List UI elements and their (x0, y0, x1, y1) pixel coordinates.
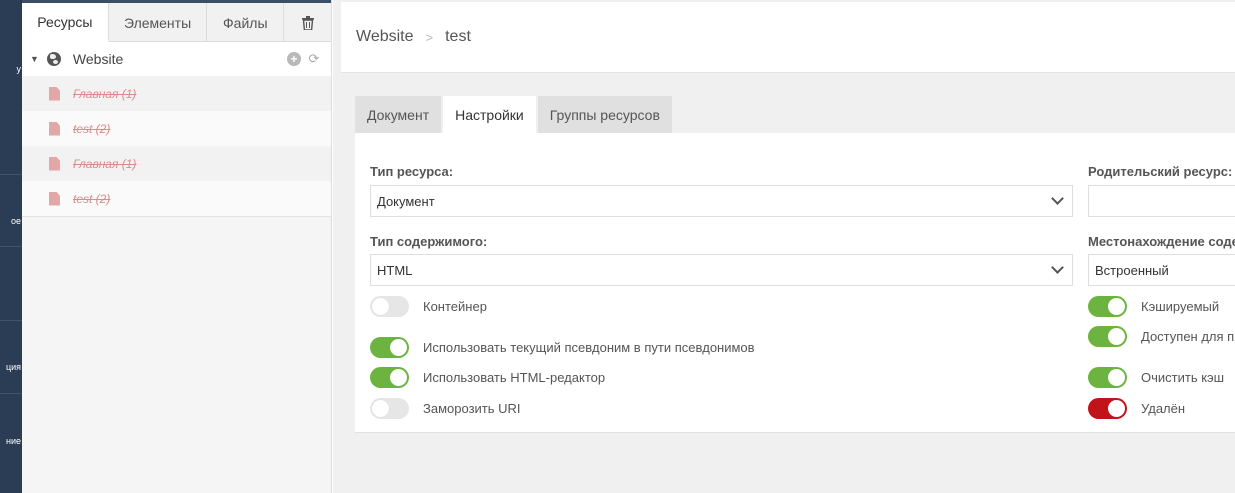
globe-icon (46, 52, 61, 66)
nav-divider (0, 174, 22, 175)
settings-form: Тип ресурса: Документ Тип содержимого: H… (355, 133, 1235, 433)
toggle-switch[interactable] (1088, 398, 1127, 419)
main-nav-strip: у ое ция ние (0, 0, 22, 493)
resource-type-label: Тип ресурса: (370, 164, 454, 179)
toggle-switch[interactable] (1088, 296, 1127, 317)
parent-resource-label: Родительский ресурс: (1088, 164, 1233, 179)
toggle-label: Заморозить URI (423, 401, 521, 416)
breadcrumb: Website > test (341, 2, 1235, 73)
tree-node[interactable]: test (2) (22, 111, 331, 146)
nav-divider (0, 246, 22, 247)
document-icon (49, 191, 60, 206)
parent-resource-input[interactable] (1088, 185, 1235, 217)
chevron-right-icon: > (425, 29, 434, 45)
tab-resources[interactable]: Ресурсы (22, 3, 109, 42)
content-type-label: Тип содержимого: (370, 234, 488, 249)
use-alias-path-toggle[interactable]: Использовать текущий псевдоним в пути пс… (370, 337, 755, 358)
tree-node[interactable]: Главная (1) (22, 76, 331, 111)
document-icon (49, 86, 60, 101)
content-location-value: Встроенный (1095, 262, 1169, 278)
refresh-icon[interactable]: ⟳ (307, 52, 321, 66)
nav-item-1[interactable]: у (17, 64, 22, 74)
toggle-label: Контейнер (423, 299, 487, 314)
tree-node-label: test (2) (73, 121, 111, 136)
tab-settings[interactable]: Настройки (443, 96, 536, 133)
add-circle-icon[interactable]: + (287, 52, 301, 66)
content-location-select[interactable]: Встроенный (1088, 254, 1235, 286)
breadcrumb-parent[interactable]: Website (356, 28, 414, 46)
tree-node[interactable]: Главная (1) (22, 146, 331, 181)
resource-type-value: Документ (377, 193, 435, 209)
chevron-down-icon (1051, 261, 1064, 274)
tree-node-label: test (2) (73, 191, 111, 206)
toggle-label: Кэшируемый (1141, 299, 1220, 314)
nav-item-2[interactable]: ое (11, 216, 21, 226)
toggle-label: Использовать текущий псевдоним в пути пс… (423, 340, 755, 355)
toggle-label: Доступен для п (1141, 329, 1235, 344)
toggle-label: Удалён (1141, 401, 1186, 416)
tab-elements[interactable]: Элементы (109, 3, 208, 42)
nav-item-4[interactable]: ние (6, 436, 21, 446)
cacheable-toggle[interactable]: Кэшируемый (1088, 296, 1219, 317)
content-type-select[interactable]: HTML (370, 254, 1073, 286)
nav-divider (0, 393, 22, 394)
clear-cache-toggle[interactable]: Очистить кэш (1088, 367, 1224, 388)
searchable-toggle[interactable]: Доступен для п (1088, 326, 1234, 347)
document-icon (49, 156, 60, 171)
nav-item-3[interactable]: ция (6, 362, 21, 372)
toggle-switch[interactable] (370, 296, 409, 317)
content-type-value: HTML (377, 262, 413, 278)
deleted-toggle[interactable]: Удалён (1088, 398, 1185, 419)
tab-document[interactable]: Документ (355, 96, 442, 133)
resource-tree-panel: Ресурсы Элементы Файлы ▼ Website + ⟳ Гла… (22, 0, 332, 493)
container-toggle[interactable]: Контейнер (370, 296, 487, 317)
tab-files[interactable]: Файлы (207, 3, 285, 42)
tree-nodes: Главная (1) test (2) Главная (1) test (2… (22, 76, 331, 217)
toggle-switch[interactable] (1088, 326, 1127, 347)
tree-tabs: Ресурсы Элементы Файлы (22, 0, 331, 42)
form-tabs: Документ Настройки Группы ресурсов (355, 96, 674, 133)
toggle-switch[interactable] (1088, 367, 1127, 388)
resource-type-select[interactable]: Документ (370, 185, 1073, 217)
trash-icon (301, 15, 314, 30)
tree-node-label: Главная (1) (73, 86, 137, 101)
toggle-switch[interactable] (370, 398, 409, 419)
content-location-label: Местонахождение соде (1088, 234, 1235, 249)
tree-root-website[interactable]: ▼ Website + ⟳ (22, 42, 331, 76)
tree-node-label: Главная (1) (73, 156, 137, 171)
toggle-label: Очистить кэш (1141, 370, 1225, 385)
trash-tab[interactable] (284, 3, 331, 42)
tree-node[interactable]: test (2) (22, 181, 331, 216)
tab-resource-groups[interactable]: Группы ресурсов (537, 96, 672, 133)
tree-root-label: Website (72, 51, 124, 67)
toggle-switch[interactable] (370, 337, 409, 358)
document-icon (49, 121, 60, 136)
main-content: Website > test Документ Настройки Группы… (333, 0, 1235, 493)
nav-divider (0, 320, 22, 321)
caret-down-icon[interactable]: ▼ (30, 54, 39, 64)
toggle-label: Использовать HTML-редактор (423, 370, 606, 385)
breadcrumb-current: test (445, 28, 471, 45)
freeze-uri-toggle[interactable]: Заморозить URI (370, 398, 521, 419)
html-editor-toggle[interactable]: Использовать HTML-редактор (370, 367, 605, 388)
toggle-switch[interactable] (370, 367, 409, 388)
tree-root-actions: + ⟳ (287, 52, 321, 66)
chevron-down-icon (1051, 192, 1064, 205)
